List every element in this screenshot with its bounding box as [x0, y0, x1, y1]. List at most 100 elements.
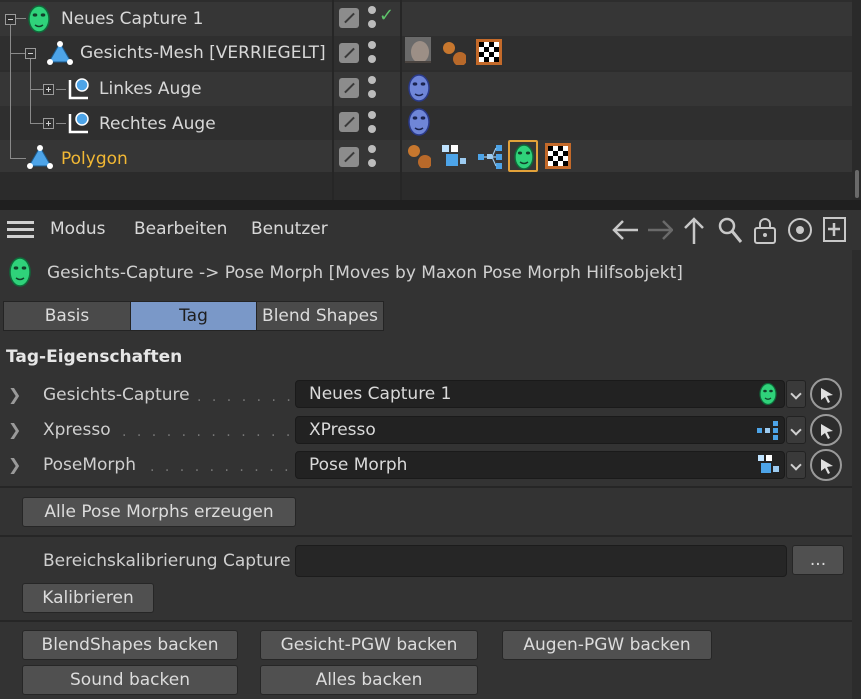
material-spheres-tag-icon[interactable] [440, 39, 466, 65]
object-name[interactable]: Linkes Auge [99, 79, 202, 99]
bake-blendshapes-button[interactable]: BlendShapes backen [22, 630, 238, 660]
tree-line [10, 24, 11, 158]
pick-object-button[interactable] [810, 414, 842, 446]
render-dots-icon[interactable] [368, 145, 376, 169]
xpresso-link-field[interactable]: XPresso [295, 416, 785, 444]
joint-object-icon [68, 112, 89, 134]
object-name[interactable]: Gesichts-Mesh [VERRIEGELT] [80, 43, 326, 63]
expand-icon[interactable] [43, 118, 54, 129]
tab-basis[interactable]: Basis [3, 301, 131, 331]
object-manager: Neues Capture 1 ✓ Gesichts-Mesh [VERRIEG… [0, 0, 861, 200]
calibration-capture-field[interactable] [295, 545, 787, 577]
object-list-empty-area[interactable] [0, 172, 852, 200]
create-all-pose-morphs-button[interactable]: Alle Pose Morphs erzeugen [22, 497, 296, 527]
tree-line [30, 89, 43, 90]
tab-blend-shapes[interactable]: Blend Shapes [256, 301, 384, 331]
hamburger-menu-icon[interactable] [7, 219, 35, 241]
separator [0, 535, 852, 537]
object-row-right-eye[interactable]: Rechtes Auge [0, 106, 852, 140]
search-icon[interactable] [716, 216, 744, 244]
selected-tag-frame[interactable] [508, 140, 538, 172]
target-icon[interactable] [786, 216, 814, 244]
object-name[interactable]: Rechtes Auge [99, 114, 216, 134]
polygon-object-icon [27, 145, 53, 169]
checker-texture-tag-icon[interactable] [476, 39, 502, 65]
scrollbar-thumb[interactable] [855, 170, 859, 198]
face-capture-icon [28, 5, 50, 33]
visibility-toggle[interactable] [339, 78, 359, 98]
tab-tag[interactable]: Tag [130, 301, 257, 331]
menu-bearbeiten[interactable]: Bearbeiten [134, 219, 227, 239]
eye-capture-tag-icon[interactable] [407, 73, 431, 103]
calibrate-button[interactable]: Kalibrieren [22, 583, 154, 613]
pick-object-button[interactable] [810, 449, 842, 481]
tree-line [16, 18, 26, 19]
render-dots-icon[interactable] [368, 6, 376, 30]
bake-all-button[interactable]: Alles backen [260, 665, 478, 695]
pose-morph-tag-icon[interactable] [440, 143, 466, 169]
render-dots-icon[interactable] [368, 111, 376, 135]
face-capture-icon [514, 144, 534, 170]
panel-divider[interactable] [0, 200, 861, 210]
visibility-toggle[interactable] [339, 112, 359, 132]
browse-button[interactable]: ... [792, 545, 844, 575]
attribute-title: Gesichts-Capture -> Pose Morph [Moves by… [47, 263, 683, 283]
chevron-right-icon[interactable]: ❯ [8, 455, 21, 474]
menu-benutzer[interactable]: Benutzer [251, 219, 328, 239]
checker-texture-tag-icon[interactable] [545, 143, 571, 169]
forward-arrow-icon[interactable] [645, 216, 673, 244]
bake-face-pla-button[interactable]: Gesicht-PGW backen [260, 630, 478, 660]
link-value: Neues Capture 1 [309, 384, 452, 404]
back-arrow-icon[interactable] [611, 216, 639, 244]
attribute-scrollbar[interactable] [852, 250, 861, 699]
pick-object-button[interactable] [810, 378, 842, 410]
object-row-capture[interactable]: Neues Capture 1 ✓ [0, 2, 852, 36]
visibility-toggle[interactable] [339, 8, 359, 28]
bake-sound-button[interactable]: Sound backen [22, 665, 238, 695]
tree-line [56, 123, 66, 124]
column-separator [332, 0, 334, 200]
material-spheres-tag-icon[interactable] [405, 142, 431, 168]
object-name[interactable]: Neues Capture 1 [61, 9, 203, 29]
expand-icon[interactable] [43, 84, 54, 95]
up-arrow-icon[interactable] [680, 216, 708, 244]
menu-modus[interactable]: Modus [50, 219, 106, 239]
render-dots-icon[interactable] [368, 41, 376, 65]
leader-dots: . . . . . . . [197, 389, 294, 405]
dropdown-button[interactable] [786, 451, 806, 479]
object-name[interactable]: Polygon [61, 149, 128, 169]
face-capture-link-field[interactable]: Neues Capture 1 [295, 380, 785, 408]
tree-line [10, 53, 25, 54]
visibility-toggle[interactable] [339, 147, 359, 167]
property-label: Gesichts-Capture [43, 385, 190, 405]
chevron-right-icon[interactable]: ❯ [8, 420, 21, 439]
separator [0, 620, 852, 622]
object-row-face-mesh[interactable]: Gesichts-Mesh [VERRIEGELT] [0, 36, 852, 70]
lock-icon[interactable] [752, 216, 780, 244]
texture-photo-tag-icon[interactable] [405, 37, 431, 63]
xpresso-icon [757, 421, 778, 440]
tree-line [30, 123, 43, 124]
bake-eyes-pla-button[interactable]: Augen-PGW backen [502, 630, 712, 660]
render-dots-icon[interactable] [368, 76, 376, 100]
section-title: Tag-Eigenschaften [6, 347, 183, 367]
enabled-check-icon[interactable]: ✓ [379, 5, 394, 26]
xpresso-tag-icon[interactable] [476, 143, 502, 169]
joint-object-icon [68, 78, 89, 100]
object-row-left-eye[interactable]: Linkes Auge [0, 72, 852, 106]
dropdown-button[interactable] [786, 380, 806, 408]
eye-capture-tag-icon[interactable] [407, 107, 431, 137]
tree-line [56, 89, 66, 90]
chevron-right-icon[interactable]: ❯ [8, 385, 21, 404]
calibration-label: Bereichskalibrierung Capture [43, 551, 291, 571]
pose-morph-icon [758, 455, 779, 473]
object-row-polygon[interactable]: Polygon [0, 140, 852, 174]
pose-morph-link-field[interactable]: Pose Morph [295, 451, 785, 479]
tree-line [30, 59, 31, 123]
collapse-icon[interactable] [25, 48, 36, 59]
visibility-toggle[interactable] [339, 43, 359, 63]
link-value: Pose Morph [309, 455, 408, 475]
face-capture-icon [9, 257, 31, 287]
new-panel-icon[interactable] [822, 216, 850, 244]
dropdown-button[interactable] [786, 416, 806, 444]
